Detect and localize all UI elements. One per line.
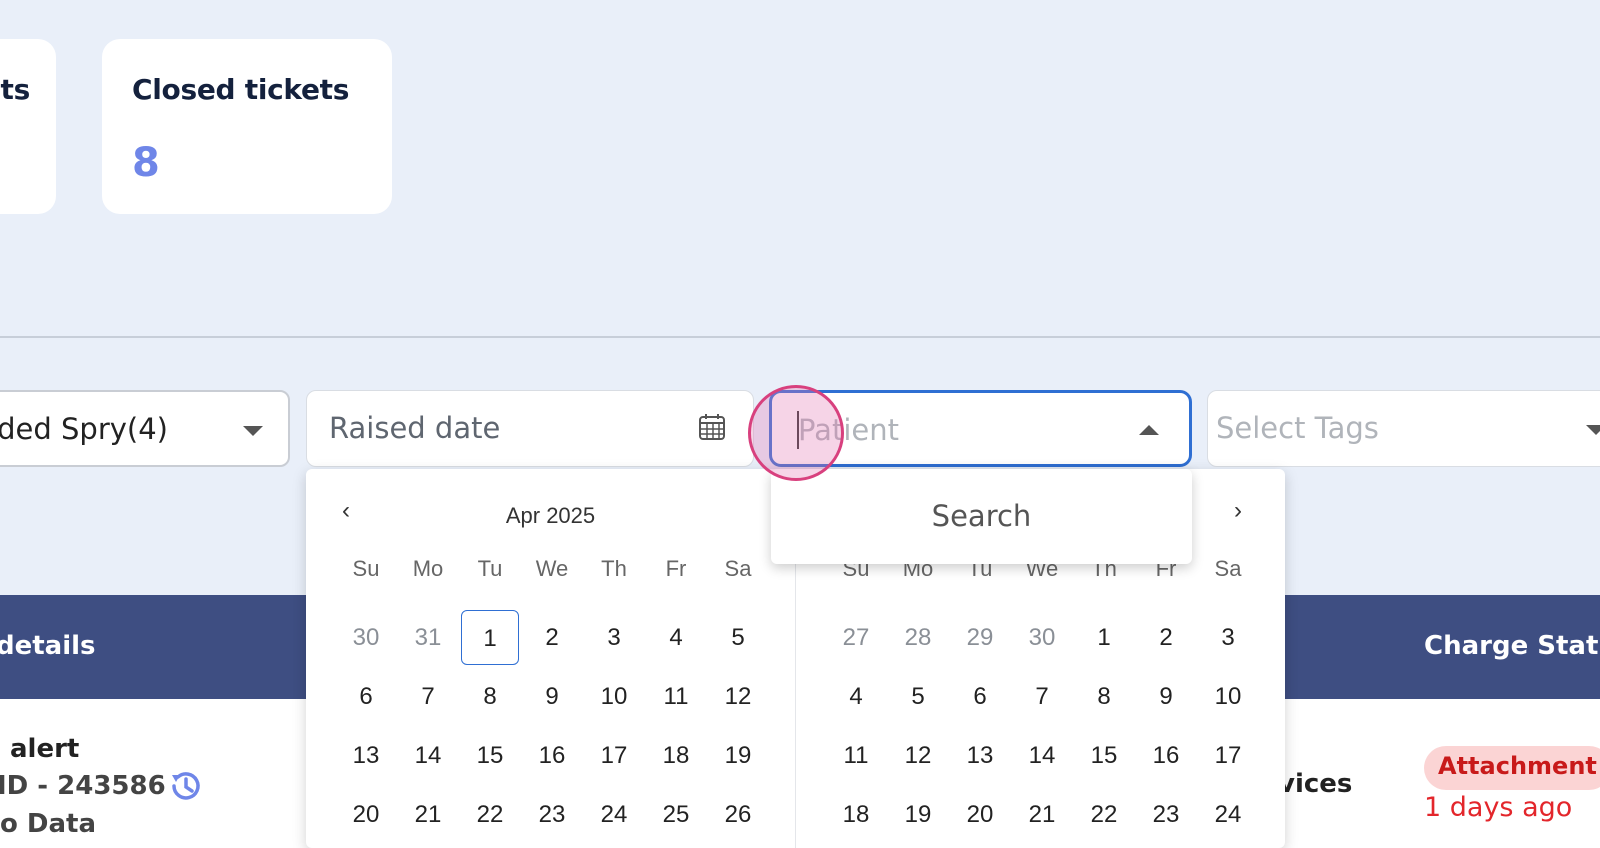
calendar-day[interactable]: 20 xyxy=(337,787,395,842)
weekday-label: Sa xyxy=(1214,556,1242,581)
calendar-day[interactable]: 10 xyxy=(585,669,643,724)
weekday-label: Th xyxy=(601,556,627,581)
calendar-day[interactable]: 14 xyxy=(399,728,457,783)
calendar-day[interactable]: 11 xyxy=(647,669,705,724)
calendar-icon[interactable] xyxy=(697,412,727,442)
spry-filter-value: onded Spry(4) xyxy=(0,412,168,446)
calendar-day[interactable]: 24 xyxy=(585,787,643,842)
raised-date-placeholder: Raised date xyxy=(329,411,501,445)
calendar-day[interactable]: 30 xyxy=(1013,610,1071,665)
next-month-button[interactable]: › xyxy=(1234,497,1242,525)
weekday-label: We xyxy=(535,556,569,581)
day-grid: Su Mo Tu We Th Fr Sa 27 28 29 30 1 2 3 4 5 6 7 8 9 10 11 12 13 1… xyxy=(825,549,1259,844)
calendar-day[interactable]: 7 xyxy=(399,669,457,724)
calendar-day[interactable]: 18 xyxy=(647,728,705,783)
caret-down-icon xyxy=(1586,425,1600,435)
calendar-day[interactable]: 11 xyxy=(827,728,885,783)
calendar-day[interactable]: 18 xyxy=(827,787,885,842)
card-title: ts xyxy=(0,73,31,106)
calendar-day[interactable]: 20 xyxy=(951,787,1009,842)
closed-tickets-card: Closed tickets 8 xyxy=(102,39,392,214)
card-value: 8 xyxy=(132,140,160,186)
calendar-day[interactable]: 8 xyxy=(1075,669,1133,724)
calendar-day[interactable]: 8 xyxy=(461,669,519,724)
calendar-day[interactable]: 10 xyxy=(1199,669,1257,724)
calendar-day[interactable]: 25 xyxy=(647,787,705,842)
column-header-charge-status: Charge Statu xyxy=(1424,631,1600,661)
calendar-day[interactable]: 26 xyxy=(709,787,767,842)
calendar-day[interactable]: 3 xyxy=(585,610,643,665)
dropdown-search-label[interactable]: Search xyxy=(771,499,1192,533)
calendar-day[interactable]: 6 xyxy=(337,669,395,724)
calendar-day[interactable]: 16 xyxy=(1137,728,1195,783)
calendar-day[interactable]: 2 xyxy=(523,610,581,665)
weekday-label: Sa xyxy=(724,556,752,581)
calendar-day[interactable]: 31 xyxy=(399,610,457,665)
patient-dropdown: Search xyxy=(771,469,1192,564)
calendar-day[interactable]: 22 xyxy=(461,787,519,842)
day-grid: Su Mo Tu We Th Fr Sa 30 31 1 2 3 4 5 6 7 8 9 10 11 12 13 14 15 1… xyxy=(335,549,769,844)
calendar-day[interactable]: 28 xyxy=(889,610,947,665)
calendar-day[interactable]: 30 xyxy=(337,610,395,665)
calendar-day[interactable]: 24 xyxy=(1199,787,1257,842)
calendar-day[interactable]: 12 xyxy=(709,669,767,724)
calendar-day[interactable]: 7 xyxy=(1013,669,1071,724)
calendar-day[interactable]: 23 xyxy=(1137,787,1195,842)
calendar-day[interactable]: 3 xyxy=(1199,610,1257,665)
raised-date-field[interactable]: Raised date xyxy=(306,390,754,467)
calendar-day[interactable]: 15 xyxy=(1075,728,1133,783)
calendar-day[interactable]: 9 xyxy=(1137,669,1195,724)
row-extra: o Data xyxy=(0,809,97,839)
calendar-day[interactable]: 19 xyxy=(889,787,947,842)
row-time-ago: 1 days ago xyxy=(1424,792,1573,823)
calendar-day[interactable]: 13 xyxy=(951,728,1009,783)
caret-down-icon xyxy=(243,426,263,436)
tags-placeholder: Select Tags xyxy=(1216,411,1379,445)
calendar-day[interactable]: 29 xyxy=(951,610,1009,665)
calendar-day[interactable]: 5 xyxy=(709,610,767,665)
weekday-label: Tu xyxy=(477,556,503,581)
calendar-day[interactable]: 16 xyxy=(523,728,581,783)
calendar-day[interactable]: 9 xyxy=(523,669,581,724)
calendar-day[interactable]: 21 xyxy=(1013,787,1071,842)
calendar-day[interactable]: 5 xyxy=(889,669,947,724)
status-badge: Attachment xyxy=(1424,746,1600,790)
calendar-day[interactable]: 13 xyxy=(337,728,395,783)
calendar-day[interactable]: 6 xyxy=(951,669,1009,724)
row-services: vices xyxy=(1278,769,1353,799)
month-label: Apr 2025 xyxy=(505,503,596,528)
calendar-day[interactable]: 4 xyxy=(827,669,885,724)
tags-select[interactable]: Select Tags xyxy=(1207,390,1600,467)
calendar-day[interactable]: 2 xyxy=(1137,610,1195,665)
section-divider xyxy=(0,336,1600,338)
click-indicator xyxy=(748,385,844,481)
calendar-day[interactable]: 12 xyxy=(889,728,947,783)
calendar-day[interactable]: 14 xyxy=(1013,728,1071,783)
calendar-day[interactable]: 17 xyxy=(1199,728,1257,783)
spry-filter-select[interactable]: onded Spry(4) xyxy=(0,390,290,467)
calendar-month-left: ‹ Apr 2025 Su Mo Tu We Th Fr Sa 30 31 1 2 3 4 5 6 7 8 9 10… xyxy=(306,469,795,848)
history-icon[interactable] xyxy=(166,766,206,806)
weekday-label: Su xyxy=(352,556,380,581)
calendar-day[interactable]: 21 xyxy=(399,787,457,842)
calendar-day[interactable]: 23 xyxy=(523,787,581,842)
row-title: alert xyxy=(10,734,80,764)
calendar-day[interactable]: 15 xyxy=(461,728,519,783)
calendar-day[interactable]: 17 xyxy=(585,728,643,783)
calendar-day[interactable]: 1 xyxy=(461,610,519,665)
column-header-details: details xyxy=(0,631,96,661)
open-tickets-card: ts xyxy=(0,39,56,214)
calendar-day[interactable]: 27 xyxy=(827,610,885,665)
card-title: Closed tickets xyxy=(132,73,350,106)
calendar-day[interactable]: 4 xyxy=(647,610,705,665)
weekday-label: Fr xyxy=(665,556,687,581)
caret-up-icon xyxy=(1139,425,1159,435)
calendar-day[interactable]: 22 xyxy=(1075,787,1133,842)
weekday-label: Mo xyxy=(412,556,444,581)
calendar-day[interactable]: 1 xyxy=(1075,610,1133,665)
calendar-day[interactable]: 19 xyxy=(709,728,767,783)
row-id: ID - 243586 xyxy=(0,771,166,801)
